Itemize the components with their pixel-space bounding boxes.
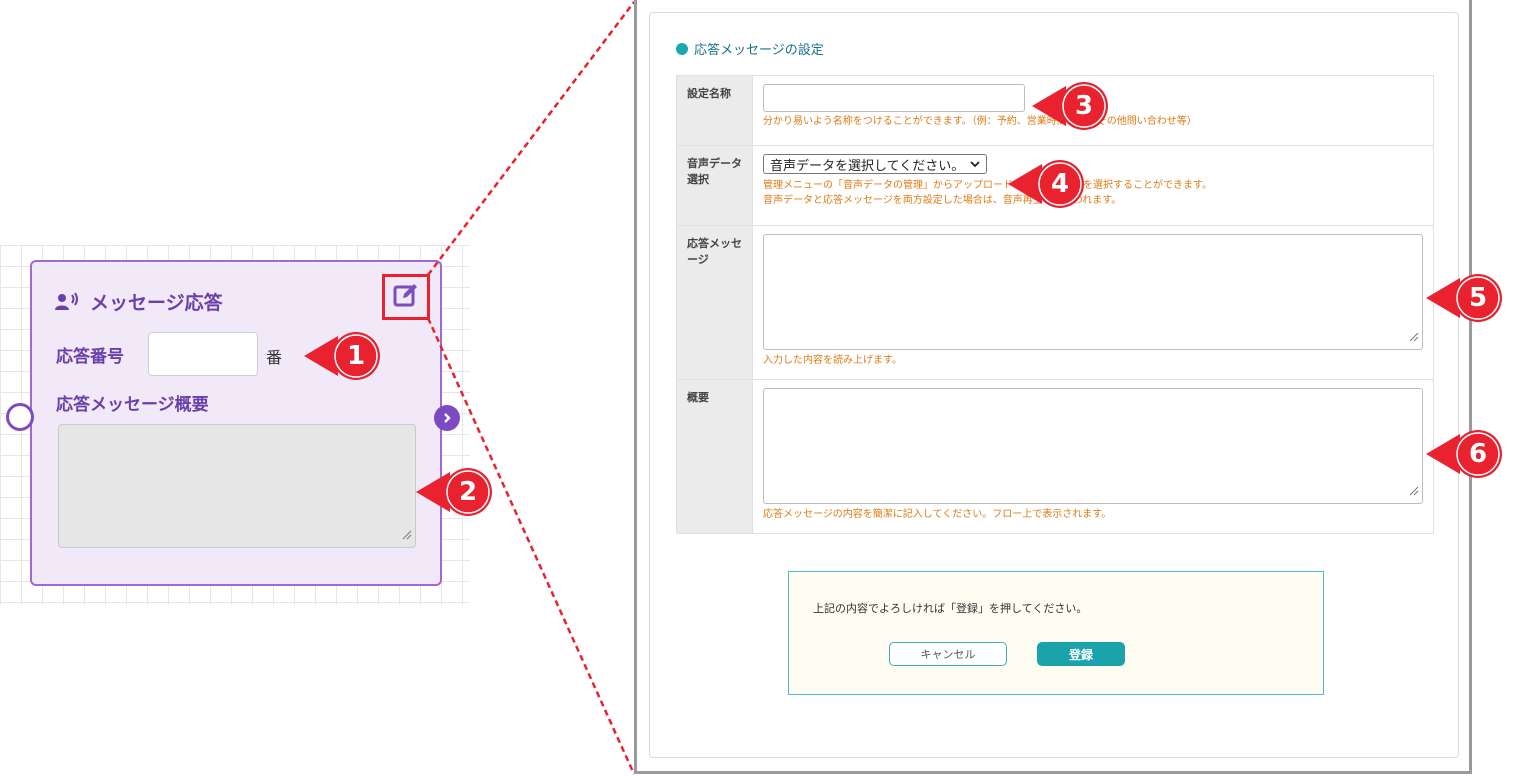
section-title-text: 応答メッセージの設定 [694,43,824,58]
response-message-label: 応答メッセージ [676,225,753,380]
callout-5-number: 5 [1468,283,1488,313]
audio-select-help-1: 管理メニューの「音声データの管理」からアップロードした音声データを選択することが… [763,180,1212,191]
section-marker-icon [676,42,688,55]
message-summary-field[interactable] [58,424,416,548]
register-button[interactable]: 登録 [1037,642,1125,666]
edit-icon [393,282,419,312]
audio-select-cell: 音声データを選択してください。 管理メニューの「音声データの管理」からアップロー… [752,145,1434,226]
node-title-label: メッセージ応答 [90,292,223,314]
response-number-input[interactable] [148,332,258,376]
audio-select-help-2: 音声データと応答メッセージを両方設定した場合は、音声再生のみ行われます。 [763,195,1122,206]
summary-cell: 応答メッセージの内容を簡潔に記入してください。フロー上で表示されます。 [752,379,1434,534]
callout-4-number: 4 [1050,169,1070,199]
chevron-right-icon [441,409,453,428]
message-summary-label: 応答メッセージ概要 [56,395,209,415]
response-message-textarea[interactable] [763,234,1423,350]
confirm-text: 上記の内容でよろしければ「登録」を押してください。 [813,602,1088,615]
section-title: 応答メッセージの設定 [676,39,824,58]
cancel-button[interactable]: キャンセル [889,642,1007,666]
settings-form-table: 設定名称 分かり易いよう名称をつけることができます。（例：予約、営業時間案内、そ… [676,75,1434,534]
summary-textarea[interactable] [763,388,1423,504]
chevron-down-icon [970,157,980,172]
response-number-suffix: 番 [266,348,283,367]
response-message-help: 入力した内容を読み上げます。 [763,355,902,366]
audio-select-label: 音声データ選択 [676,145,753,226]
callout-6: 6 [1426,428,1502,480]
callout-5: 5 [1426,272,1502,324]
callout-3: 3 [1032,80,1108,132]
response-message-cell: 入力した内容を読み上げます。 [752,225,1434,380]
audio-data-select[interactable]: 音声データを選択してください。 [763,154,988,174]
audio-select-value: 音声データを選択してください。 [770,158,965,174]
resize-grip-icon[interactable] [1409,327,1419,346]
callout-1: 1 [304,330,380,382]
summary-help: 応答メッセージの内容を簡潔に記入してください。フロー上で表示されます。 [763,509,1112,520]
message-response-node[interactable]: メッセージ応答 応答番号 番 応答メッセージ概要 [30,260,442,586]
resize-grip-icon[interactable] [402,525,412,544]
setting-name-input[interactable] [763,84,1025,112]
callout-1-number: 1 [346,341,366,371]
setting-name-label: 設定名称 [676,75,753,146]
speaker-person-icon [54,291,80,312]
callout-2: 2 [416,466,492,518]
callout-6-number: 6 [1468,439,1488,469]
callout-4: 4 [1008,158,1084,210]
output-port[interactable] [434,405,460,431]
row-response-message: 応答メッセージ 入力した内容を読み上げます。 [676,225,1434,380]
input-port[interactable] [6,403,34,431]
node-title: メッセージ応答 [54,288,223,315]
confirm-box: 上記の内容でよろしければ「登録」を押してください。 キャンセル 登録 [788,571,1324,695]
response-number-label: 応答番号 [56,347,124,367]
callout-3-number: 3 [1074,91,1094,121]
callout-2-number: 2 [458,477,478,507]
row-summary: 概要 応答メッセージの内容を簡潔に記入してください。フロー上で表示されます。 [676,379,1434,534]
summary-label: 概要 [676,379,753,534]
resize-grip-icon[interactable] [1409,481,1419,500]
edit-button[interactable] [382,274,430,320]
